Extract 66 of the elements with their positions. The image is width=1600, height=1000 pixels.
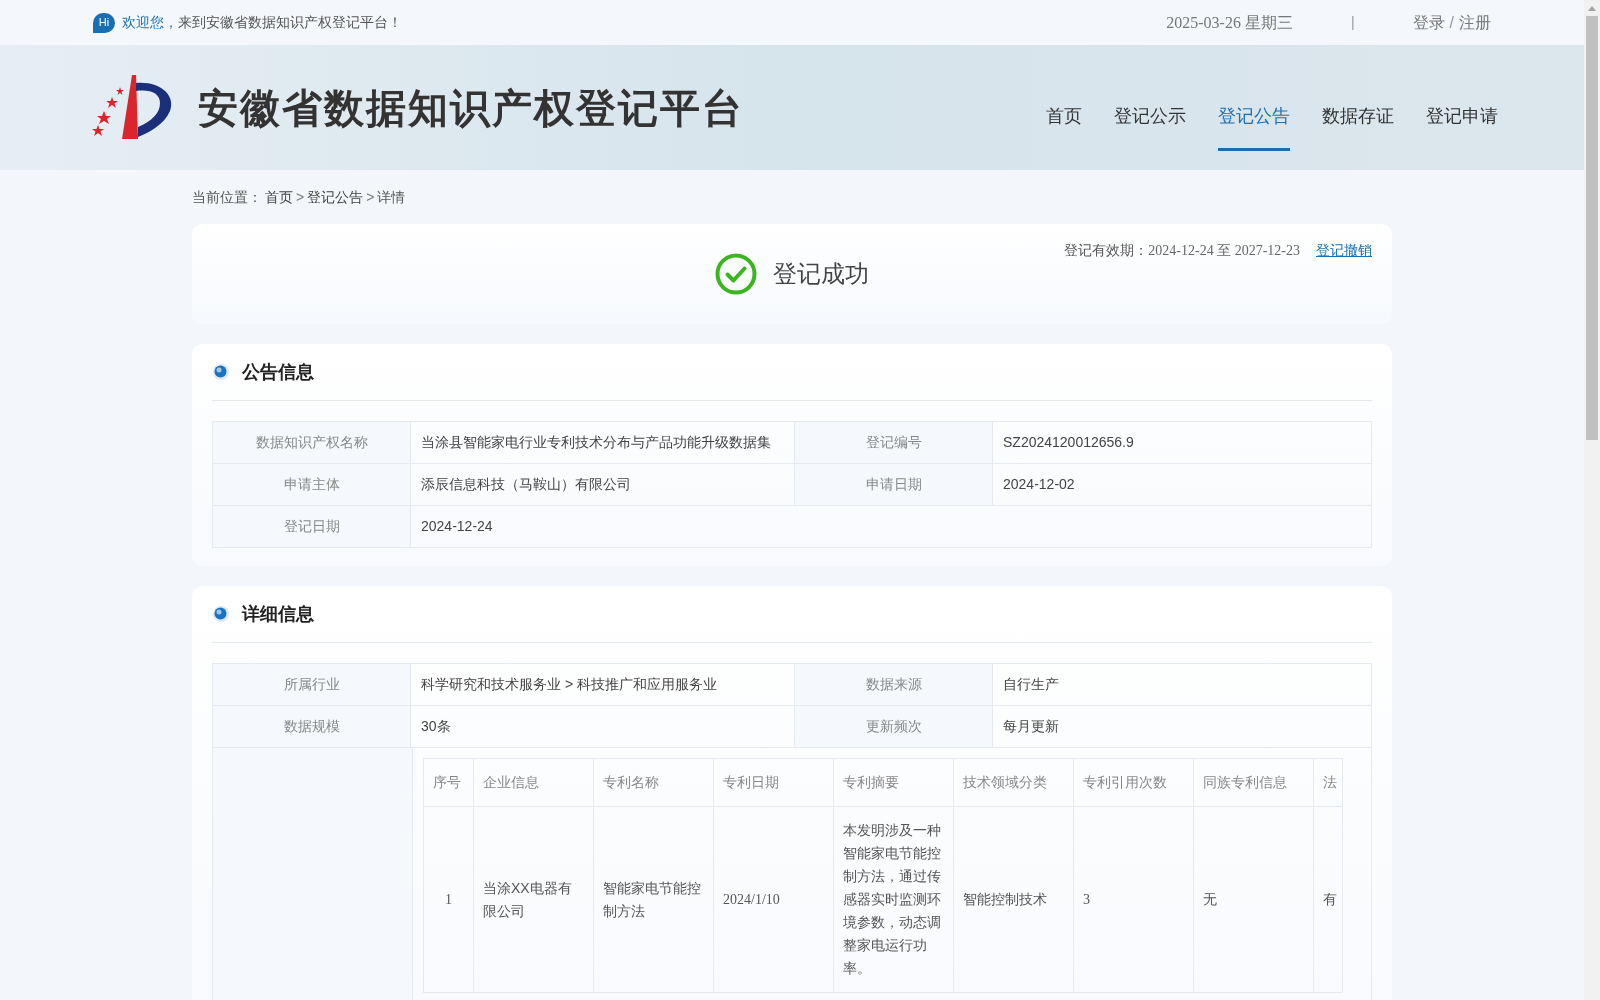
table-cell: 1 <box>424 807 474 992</box>
breadcrumb-current: 详情 <box>377 187 406 207</box>
table-cell: 当涂XX电器有限公司 <box>474 807 594 992</box>
breadcrumb-link[interactable]: 首页 <box>265 186 293 208</box>
field-label: 申请主体 <box>213 464 411 506</box>
hi-badge: Hi <box>93 12 115 33</box>
section-title: 公告信息 <box>242 360 314 384</box>
table-cell: 本发明涉及一种智能家电节能控制方法，通过传感器实时监测环境参数，动态调整家电运行功率。 <box>834 807 954 992</box>
nav-tab[interactable]: 首页 <box>1046 84 1082 151</box>
slash: / <box>1449 12 1454 33</box>
table-cell: 智能控制技术 <box>954 807 1074 992</box>
table-cell: 无 <box>1194 807 1314 992</box>
field-value: 添辰信息科技（马鞍山）有限公司 <box>411 464 795 506</box>
column-header: 专利摘要 <box>834 759 954 807</box>
breadcrumb-prefix: 当前位置： <box>192 187 262 207</box>
check-circle-icon <box>715 253 757 295</box>
nav-tab[interactable]: 数据存证 <box>1322 84 1394 151</box>
field-label: 登记日期 <box>213 506 411 548</box>
bullet-icon <box>212 363 230 381</box>
field-label: 数据规模 <box>213 706 411 748</box>
column-header: 专利引用次数 <box>1074 759 1194 807</box>
nav-tab[interactable]: 登记公示 <box>1114 84 1186 151</box>
welcome-highlight: 欢迎您， <box>122 13 178 32</box>
field-value: 科学研究和技术服务业 > 科技推广和应用服务业 <box>411 664 795 706</box>
column-header: 法 <box>1314 759 1342 807</box>
revoke-link[interactable]: 登记撤销 <box>1316 240 1372 261</box>
bullet-icon <box>212 605 230 623</box>
breadcrumb-separator: > <box>296 187 305 207</box>
column-header: 技术领域分类 <box>954 759 1074 807</box>
validity-range: 2024-12-24 至 2027-12-23 <box>1148 242 1300 260</box>
column-header: 同族专利信息 <box>1194 759 1314 807</box>
column-header: 序号 <box>424 759 474 807</box>
field-label: 所属行业 <box>213 664 411 706</box>
field-label: 数据知识产权名称 <box>213 422 411 464</box>
field-value: 每月更新 <box>993 706 1372 748</box>
column-header: 专利名称 <box>594 759 714 807</box>
welcome-text: 来到安徽省数据知识产权登记平台！ <box>178 13 402 32</box>
breadcrumb-link[interactable]: 登记公告 <box>307 186 364 208</box>
field-value: 30条 <box>411 706 795 748</box>
validity-label: 登记有效期： <box>1064 241 1149 260</box>
nav-tab[interactable]: 登记申请 <box>1426 84 1498 151</box>
field-label: 更新频次 <box>795 706 993 748</box>
field-value: SZ2024120012656.9 <box>993 422 1372 464</box>
column-header: 企业信息 <box>474 759 594 807</box>
field-label: 申请日期 <box>795 464 993 506</box>
status-text: 登记成功 <box>773 259 869 289</box>
field-label: 登记编号 <box>795 422 993 464</box>
register-link[interactable]: 注册 <box>1459 10 1491 35</box>
field-value: 当涂县智能家电行业专利技术分布与产品功能升级数据集 <box>411 422 795 464</box>
section-title: 详细信息 <box>242 602 314 626</box>
table-cell: 2024/1/10 <box>714 807 834 992</box>
separator: | <box>1350 13 1355 32</box>
field-value: 自行生产 <box>993 664 1372 706</box>
login-link[interactable]: 登录 <box>1412 10 1445 35</box>
table-cell: 智能家电节能控制方法 <box>594 807 714 992</box>
table-cell: 3 <box>1074 807 1194 992</box>
field-label: 数据来源 <box>795 664 993 706</box>
current-date: 2025-03-26 星期三 <box>1166 12 1293 33</box>
scrollbar-drawing[interactable] <box>1584 0 1600 1000</box>
nav-tab[interactable]: 登记公告 <box>1218 84 1290 151</box>
breadcrumb-separator: > <box>366 187 375 207</box>
site-title: 安徽省数据知识产权登记平台 <box>198 84 744 132</box>
column-header: 专利日期 <box>714 759 834 807</box>
table-cell: 有 <box>1314 807 1342 992</box>
field-value: 2024-12-02 <box>993 464 1372 506</box>
field-value: 2024-12-24 <box>411 506 1372 548</box>
